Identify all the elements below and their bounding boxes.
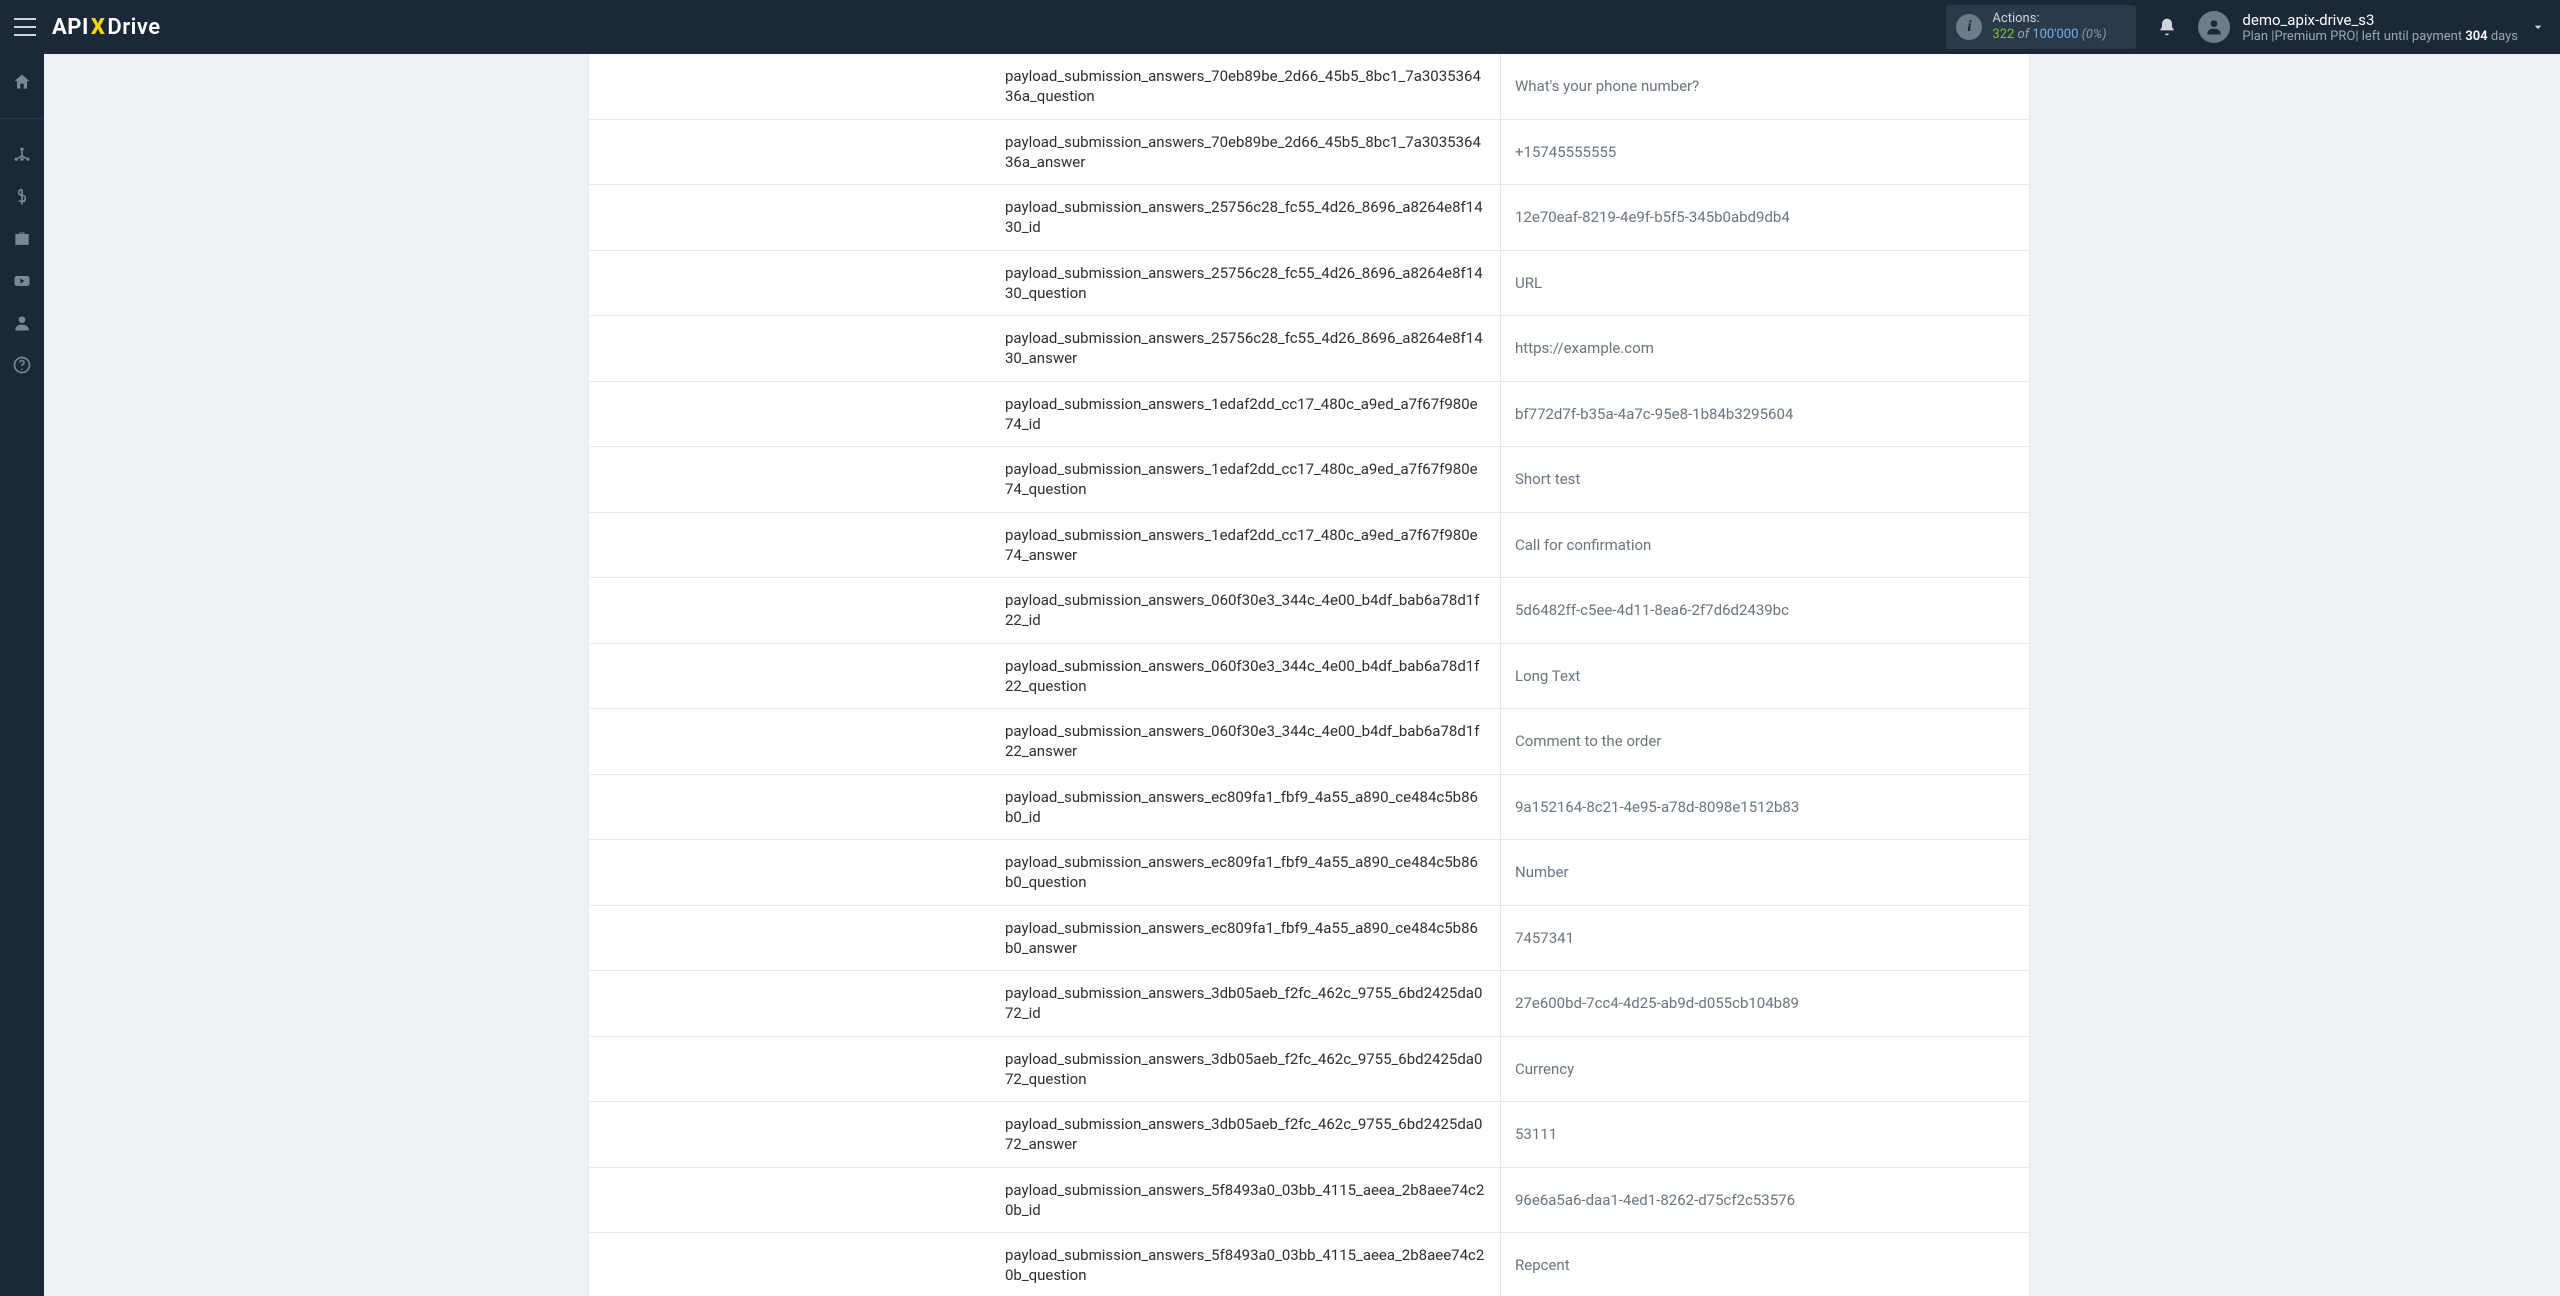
field-key: payload_submission_answers_3db05aeb_f2fc… [1001, 971, 1501, 1036]
table-row: payload_submission_answers_060f30e3_344c… [589, 709, 2029, 775]
field-value: Call for confirmation [1501, 513, 2029, 578]
top-header: API X Drive i Actions: 322 of 100'000 (0… [0, 0, 2560, 54]
table-row: payload_submission_answers_060f30e3_344c… [589, 578, 2029, 644]
field-value: URL [1501, 251, 2029, 316]
logo-text-x: X [91, 15, 106, 40]
table-row: payload_submission_answers_3db05aeb_f2fc… [589, 1102, 2029, 1168]
field-value: 96e6a5a6-daa1-4ed1-8262-d75cf2c53576 [1501, 1168, 2029, 1233]
info-icon: i [1956, 14, 1982, 40]
field-key: payload_submission_answers_70eb89be_2d66… [1001, 54, 1501, 119]
profile-icon[interactable] [12, 313, 32, 333]
field-value: Comment to the order [1501, 709, 2029, 774]
field-value: What's your phone number? [1501, 54, 2029, 119]
user-menu[interactable]: demo_apix-drive_s3 Plan |Premium PRO| le… [2198, 11, 2546, 44]
field-key: payload_submission_answers_060f30e3_344c… [1001, 578, 1501, 643]
field-value: Short test [1501, 447, 2029, 512]
field-value: https://example.com [1501, 316, 2029, 381]
billing-icon[interactable] [12, 187, 32, 207]
field-value: Long Text [1501, 644, 2029, 709]
field-key: payload_submission_answers_ec809fa1_fbf9… [1001, 775, 1501, 840]
table-row: payload_submission_answers_70eb89be_2d66… [589, 54, 2029, 120]
field-key: payload_submission_answers_70eb89be_2d66… [1001, 120, 1501, 185]
field-value: 27e600bd-7cc4-4d25-ab9d-d055cb104b89 [1501, 971, 2029, 1036]
field-key: payload_submission_answers_25756c28_fc55… [1001, 316, 1501, 381]
field-value: 5d6482ff-c5ee-4d11-8ea6-2f7d6d2439bc [1501, 578, 2029, 643]
field-value: Currency [1501, 1037, 2029, 1102]
field-key: payload_submission_answers_1edaf2dd_cc17… [1001, 447, 1501, 512]
field-value: Repcent [1501, 1233, 2029, 1296]
field-key: payload_submission_answers_25756c28_fc55… [1001, 185, 1501, 250]
table-row: payload_submission_answers_70eb89be_2d66… [589, 120, 2029, 186]
table-row: payload_submission_answers_25756c28_fc55… [589, 251, 2029, 317]
table-row: payload_submission_answers_ec809fa1_fbf9… [589, 840, 2029, 906]
data-card: payload_submission_answers_70eb89be_2d66… [589, 54, 2029, 1296]
field-key: payload_submission_answers_25756c28_fc55… [1001, 251, 1501, 316]
field-value: Number [1501, 840, 2029, 905]
field-key: payload_submission_answers_3db05aeb_f2fc… [1001, 1102, 1501, 1167]
field-value: 7457341 [1501, 906, 2029, 971]
app-logo[interactable]: API X Drive [52, 15, 161, 40]
table-row: payload_submission_answers_25756c28_fc55… [589, 185, 2029, 251]
field-key: payload_submission_answers_060f30e3_344c… [1001, 644, 1501, 709]
table-row: payload_submission_answers_3db05aeb_f2fc… [589, 1037, 2029, 1103]
table-row: payload_submission_answers_060f30e3_344c… [589, 644, 2029, 710]
actions-count: 322 [1992, 27, 2014, 42]
avatar-icon [2198, 11, 2230, 43]
field-value: bf772d7f-b35a-4a7c-95e8-1b84b3295604 [1501, 382, 2029, 447]
field-key: payload_submission_answers_3db05aeb_f2fc… [1001, 1037, 1501, 1102]
field-value: 12e70eaf-8219-4e9f-b5f5-345b0abd9db4 [1501, 185, 2029, 250]
field-value: 9a152164-8c21-4e95-a78d-8098e1512b83 [1501, 775, 2029, 840]
table-row: payload_submission_answers_5f8493a0_03bb… [589, 1168, 2029, 1234]
table-row: payload_submission_answers_5f8493a0_03bb… [589, 1233, 2029, 1296]
main-content: payload_submission_answers_70eb89be_2d66… [44, 54, 2560, 1296]
field-key: payload_submission_answers_1edaf2dd_cc17… [1001, 513, 1501, 578]
notifications-icon[interactable] [2156, 16, 2178, 38]
field-key: payload_submission_answers_ec809fa1_fbf9… [1001, 840, 1501, 905]
field-value: 53111 [1501, 1102, 2029, 1167]
table-row: payload_submission_answers_ec809fa1_fbf9… [589, 906, 2029, 972]
actions-percent: (0%) [2078, 27, 2106, 42]
menu-toggle[interactable] [14, 18, 36, 36]
user-plan: Plan |Premium PRO| left until payment 30… [2242, 29, 2518, 44]
connections-icon[interactable] [12, 145, 32, 165]
actions-counter[interactable]: i Actions: 322 of 100'000 (0%) [1946, 5, 2136, 50]
table-row: payload_submission_answers_3db05aeb_f2fc… [589, 971, 2029, 1037]
briefcase-icon[interactable] [12, 229, 32, 249]
logo-text-api: API [52, 15, 89, 40]
table-row: payload_submission_answers_1edaf2dd_cc17… [589, 447, 2029, 513]
data-table: payload_submission_answers_70eb89be_2d66… [589, 54, 2029, 1296]
actions-max: 100'000 [2032, 27, 2078, 42]
sidebar-nav [0, 54, 44, 1296]
help-icon[interactable] [12, 355, 32, 375]
field-key: payload_submission_answers_5f8493a0_03bb… [1001, 1233, 1501, 1296]
field-value: +15745555555 [1501, 120, 2029, 185]
table-row: payload_submission_answers_ec809fa1_fbf9… [589, 775, 2029, 841]
field-key: payload_submission_answers_060f30e3_344c… [1001, 709, 1501, 774]
video-icon[interactable] [12, 271, 32, 291]
table-row: payload_submission_answers_25756c28_fc55… [589, 316, 2029, 382]
user-name: demo_apix-drive_s3 [2242, 11, 2518, 29]
actions-label: Actions: [1992, 11, 2106, 27]
table-row: payload_submission_answers_1edaf2dd_cc17… [589, 513, 2029, 579]
field-key: payload_submission_answers_5f8493a0_03bb… [1001, 1168, 1501, 1233]
table-row: payload_submission_answers_1edaf2dd_cc17… [589, 382, 2029, 448]
home-icon[interactable] [12, 72, 32, 92]
logo-text-drive: Drive [107, 15, 160, 40]
field-key: payload_submission_answers_ec809fa1_fbf9… [1001, 906, 1501, 971]
chevron-down-icon [2530, 19, 2546, 35]
field-key: payload_submission_answers_1edaf2dd_cc17… [1001, 382, 1501, 447]
